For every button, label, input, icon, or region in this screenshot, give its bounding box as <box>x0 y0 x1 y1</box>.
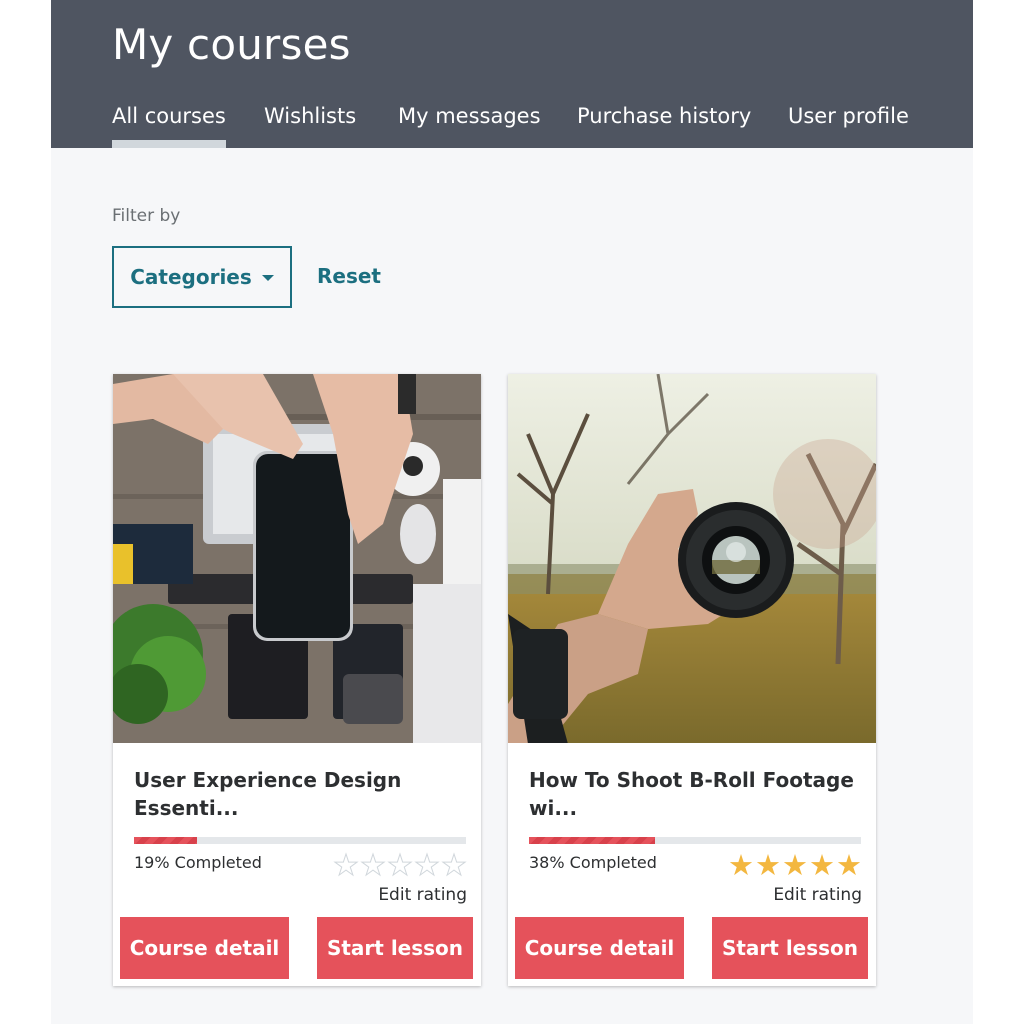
course-detail-button[interactable]: Course detail <box>120 917 289 979</box>
star-empty-icon[interactable]: ★ <box>387 850 414 881</box>
star-empty-icon[interactable]: ★ <box>333 850 360 881</box>
start-lesson-button[interactable]: Start lesson <box>712 917 868 979</box>
star-filled-icon[interactable]: ★ <box>809 850 835 880</box>
header: My courses All courses Wishlists My mess… <box>51 0 973 148</box>
tab-user-profile[interactable]: User profile <box>788 104 909 128</box>
edit-rating-link[interactable]: Edit rating <box>378 885 467 905</box>
star-filled-icon[interactable]: ★ <box>836 850 862 880</box>
filter-label: Filter by <box>112 206 181 226</box>
course-title[interactable]: User Experience Design Essenti... <box>134 766 464 822</box>
tab-purchase-history[interactable]: Purchase history <box>577 104 751 128</box>
star-filled-icon[interactable]: ★ <box>755 850 781 880</box>
categories-dropdown[interactable]: Categories <box>112 246 292 308</box>
progress-text: 38% Completed <box>529 853 657 872</box>
categories-label: Categories <box>130 265 252 289</box>
progress-text: 19% Completed <box>134 853 262 872</box>
page: My courses All courses Wishlists My mess… <box>51 0 973 1024</box>
star-rating[interactable]: ★ ★ ★ ★ ★ <box>728 850 862 880</box>
caret-down-icon <box>261 275 274 281</box>
progress-bar <box>529 837 861 844</box>
star-filled-icon[interactable]: ★ <box>728 850 754 880</box>
camera-lens-in-hand-image[interactable] <box>508 374 876 743</box>
page-title: My courses <box>112 20 351 69</box>
course-detail-button[interactable]: Course detail <box>515 917 684 979</box>
progress-bar <box>134 837 466 844</box>
progress-fill <box>134 837 198 844</box>
star-filled-icon[interactable]: ★ <box>782 850 808 880</box>
tab-bar: All courses Wishlists My messages Purcha… <box>51 100 973 148</box>
star-rating[interactable]: ★ ★ ★ ★ ★ <box>333 850 468 881</box>
tab-my-messages[interactable]: My messages <box>398 104 541 128</box>
course-title[interactable]: How To Shoot B-Roll Footage wi... <box>529 766 859 822</box>
edit-rating-link[interactable]: Edit rating <box>773 885 862 905</box>
star-empty-icon[interactable]: ★ <box>414 850 441 881</box>
reset-link[interactable]: Reset <box>317 264 381 288</box>
course-card: How To Shoot B-Roll Footage wi... 38% Co… <box>508 374 876 986</box>
star-empty-icon[interactable]: ★ <box>441 850 468 881</box>
star-empty-icon[interactable]: ★ <box>360 850 387 881</box>
start-lesson-button[interactable]: Start lesson <box>317 917 473 979</box>
course-card: User Experience Design Essenti... 19% Co… <box>113 374 481 986</box>
tab-all-courses[interactable]: All courses <box>112 104 226 148</box>
phone-on-desk-image[interactable] <box>113 374 481 743</box>
tab-wishlists[interactable]: Wishlists <box>264 104 356 128</box>
progress-fill <box>529 837 656 844</box>
